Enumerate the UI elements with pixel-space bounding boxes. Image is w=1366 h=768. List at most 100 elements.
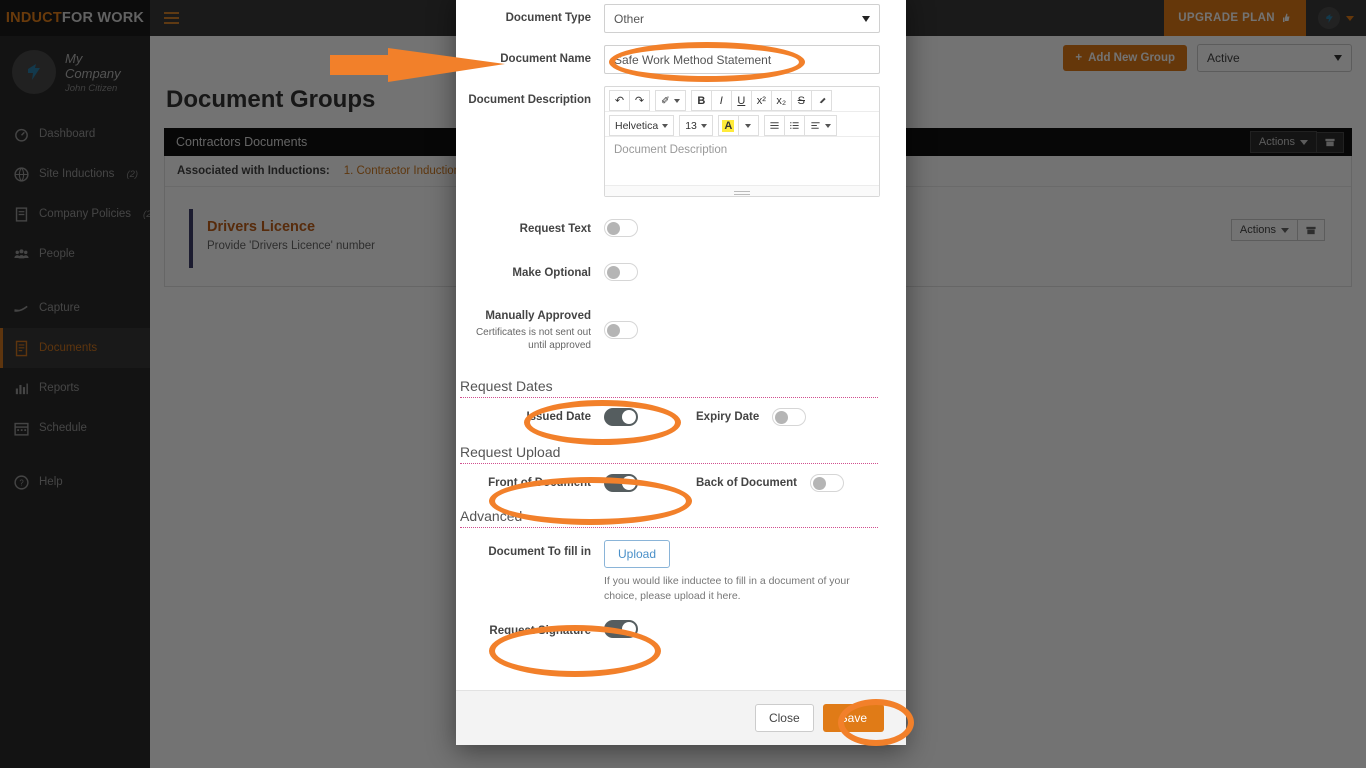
document-type-select[interactable]: Other [604, 4, 880, 33]
modal-footer: Close Save [456, 690, 906, 745]
sidebar-item-company-policies[interactable]: Company Policies (2) [0, 194, 155, 234]
expiry-date-label: Expiry Date [696, 411, 760, 424]
text-color-dropdown[interactable] [737, 115, 759, 136]
close-button[interactable]: Close [754, 704, 814, 732]
capture-icon [14, 305, 28, 312]
hamburger-icon[interactable] [164, 9, 179, 27]
sidebar-item-documents[interactable]: Documents [0, 328, 150, 368]
upgrade-plan-button[interactable]: UPGRADE PLAN [1164, 0, 1306, 36]
user-menu[interactable] [1306, 7, 1366, 29]
sidebar-item-site-inductions[interactable]: Site Inductions (2) [0, 154, 150, 194]
description-textarea[interactable]: Document Description [605, 137, 879, 185]
status-filter-select[interactable]: Active [1197, 44, 1352, 72]
associated-induction-link[interactable]: 1. Contractor Induction [344, 165, 460, 177]
group-archive-button[interactable] [1317, 131, 1344, 153]
sidebar-item-schedule[interactable]: Schedule [0, 408, 150, 448]
editor-toolbar-row-2: Helvetica 13 A [605, 112, 879, 137]
make-optional-row: Make Optional [456, 263, 892, 282]
sidebar-item-label: Site Inductions [39, 168, 115, 180]
redo-icon[interactable]: ↷ [629, 90, 650, 111]
globe-icon [14, 166, 29, 182]
text-color-button[interactable]: A [717, 115, 739, 136]
chevron-down-icon [673, 98, 680, 103]
upload-button[interactable]: Upload [604, 540, 671, 569]
bold-icon[interactable]: B [690, 90, 712, 111]
request-upload-row: Front of Document Back of Document [456, 474, 892, 493]
company-logo-icon [28, 64, 40, 80]
request-dates-row: Issued Date Expiry Date [456, 408, 892, 427]
save-button[interactable]: Save [822, 704, 884, 732]
italic-icon[interactable]: I [710, 90, 732, 111]
chevron-down-icon [824, 123, 831, 128]
group-actions-dropdown[interactable]: Actions [1249, 131, 1317, 153]
chart-icon [15, 383, 28, 394]
back-of-document-toggle[interactable] [809, 474, 844, 493]
sidebar-item-label: People [39, 248, 75, 260]
request-upload-section: Request Upload [460, 444, 878, 465]
ordered-list-icon[interactable] [783, 115, 805, 136]
underline-icon[interactable]: U [730, 90, 752, 111]
subscript-icon[interactable]: x₂ [770, 90, 792, 111]
sidebar-item-reports[interactable]: Reports [0, 368, 150, 408]
back-of-document-label: Back of Document [696, 477, 797, 490]
add-new-group-label: Add New Group [1088, 52, 1175, 64]
make-optional-toggle[interactable] [604, 263, 638, 282]
logo-secondary: FOR WORK [61, 10, 145, 26]
advanced-section: Advanced [460, 508, 878, 529]
avatar [12, 50, 56, 94]
eraser-icon[interactable] [810, 90, 832, 111]
request-signature-toggle[interactable] [604, 620, 638, 639]
align-icon[interactable] [803, 115, 837, 136]
undo-icon[interactable]: ↶ [609, 90, 630, 111]
chevron-down-icon [700, 123, 707, 128]
sidebar-item-label: Capture [39, 302, 80, 314]
sidebar-item-label: Help [39, 476, 63, 488]
manually-approved-hint: Certificates is not sent out until appro… [475, 327, 591, 352]
svg-text:?: ? [19, 478, 24, 487]
issued-date-toggle[interactable] [604, 408, 638, 427]
document-name-value: Safe Work Method Statement [614, 52, 772, 67]
document-name-input[interactable]: Safe Work Method Statement [604, 45, 880, 74]
resize-handle-icon[interactable] [605, 185, 879, 196]
document-archive-button[interactable] [1298, 219, 1325, 241]
unordered-list-icon[interactable] [763, 115, 785, 136]
document-type-value: Other [614, 11, 645, 26]
chevron-down-icon [862, 15, 870, 22]
sidebar-item-help[interactable]: ? Help [0, 462, 150, 502]
edit-document-modal: Document Type Other Document Name Safe W… [456, 0, 906, 745]
document-name-label: Document Name [500, 53, 591, 65]
chevron-down-icon [662, 123, 669, 128]
modal-body: Document Type Other Document Name Safe W… [456, 0, 906, 690]
sidebar-item-dashboard[interactable]: Dashboard [0, 114, 150, 154]
magic-wand-icon[interactable]: ✐ [655, 90, 686, 111]
request-signature-row: Request Signature [456, 620, 892, 639]
sidebar-item-capture[interactable]: Capture [0, 288, 150, 328]
front-of-document-label: Front of Document [488, 477, 591, 490]
book-icon [15, 206, 28, 222]
font-family-select[interactable]: Helvetica [609, 115, 675, 136]
document-title: Drivers Licence [207, 219, 316, 235]
request-upload-title: Request Upload [460, 444, 561, 461]
superscript-icon[interactable]: x² [750, 90, 772, 111]
chevron-down-icon [745, 123, 752, 128]
sidebar-item-label: Documents [39, 342, 98, 354]
manually-approved-label: Manually Approved Certificates is not se… [456, 307, 604, 352]
sidebar-item-label: Dashboard [39, 128, 96, 140]
sidebar-item-people[interactable]: People [0, 234, 150, 274]
front-of-document-toggle[interactable] [604, 474, 638, 493]
request-text-row: Request Text [456, 219, 892, 237]
request-signature-label: Request Signature [489, 624, 591, 637]
font-size-select[interactable]: 13 [679, 115, 713, 136]
expiry-date-toggle[interactable] [772, 408, 807, 427]
document-subtitle: Provide 'Drivers Licence' number [207, 240, 376, 252]
strikethrough-icon[interactable]: S [790, 90, 812, 111]
add-new-group-button[interactable]: + Add New Group [1063, 45, 1187, 71]
request-text-toggle[interactable] [604, 219, 638, 237]
profile-block[interactable]: My Company John Citizen [0, 36, 150, 110]
document-actions-dropdown[interactable]: Actions [1230, 219, 1298, 241]
calendar-icon [14, 422, 29, 436]
company-logo-icon [1325, 13, 1333, 23]
manually-approved-toggle[interactable] [604, 320, 638, 339]
